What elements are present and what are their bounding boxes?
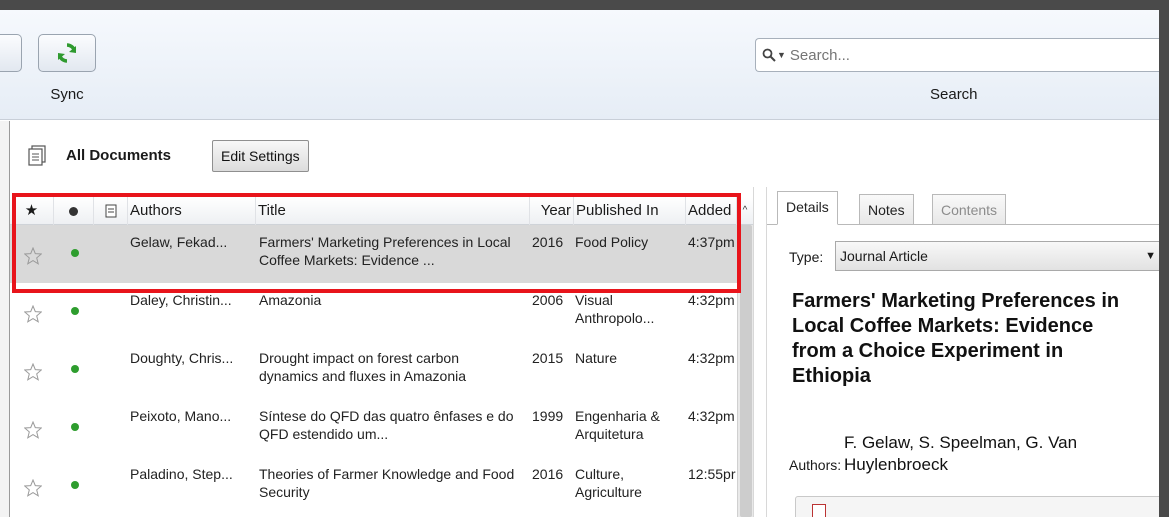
star-outline-icon[interactable] [24,305,42,323]
pane-splitter[interactable] [753,187,767,517]
row-authors: Daley, Christin... [130,292,232,308]
row-published-in: Culture, Agriculture [575,466,642,500]
row-added: 4:32pm [688,350,735,366]
row-title: Farmers' Marketing Preferences in Local … [259,234,511,268]
table-row[interactable]: Doughty, Chris... Drought impact on fore… [10,341,737,399]
star-outline-icon[interactable] [24,247,42,265]
read-status-column-header[interactable] [54,197,94,225]
row-published-in: Nature [575,350,618,366]
star-outline-icon[interactable] [24,363,42,381]
document-title[interactable]: Farmers' Marketing Preferences in Local … [792,289,1142,389]
scroll-up-icon[interactable]: ^ [737,197,753,225]
details-tabs: Details Notes Contents [767,187,1159,225]
documents-icon [28,145,46,166]
row-year: 2016 [532,466,564,482]
type-label: Type: [789,249,824,265]
document-type-value: Journal Article [840,248,928,264]
row-year: 2016 [532,234,564,250]
chevron-down-icon: ▼ [1145,250,1156,262]
document-header-icon [105,204,116,218]
search-label: Search [930,86,978,103]
row-authors: Gelaw, Fekad... [130,234,228,250]
year-column-header[interactable]: Year [530,197,574,225]
row-authors: Peixoto, Mano... [130,408,232,424]
table-scrollbar[interactable] [737,225,753,517]
sync-icon [57,43,77,63]
table-row[interactable]: Daley, Christin... Amazonia 2006 Visual … [10,283,737,341]
row-published-in: Food Policy [575,234,649,250]
details-panel: Details Notes Contents Type: Journal Art… [767,187,1159,517]
row-published-in: Engenharia & Arquitetura [575,408,660,442]
star-outline-icon[interactable] [24,421,42,439]
added-column-header[interactable]: Added [686,197,737,225]
published-in-column-header[interactable]: Published In [574,197,686,225]
row-added: 12:55pr [688,466,736,482]
star-outline-icon[interactable] [24,479,42,497]
sync-label: Sync [50,86,84,103]
search-icon[interactable]: ▼ [762,48,786,62]
tab-notes[interactable]: Notes [859,194,914,225]
title-column-header[interactable]: Title [256,197,530,225]
row-title: Amazonia [259,292,322,308]
tab-contents[interactable]: Contents [932,194,1007,225]
row-year: 2006 [532,292,564,308]
unread-dot-icon [71,365,79,373]
library-header [10,121,1159,187]
row-authors: Paladino, Step... [130,466,233,482]
sync-button[interactable] [38,34,96,72]
row-authors: Doughty, Chris... [130,350,234,366]
favorite-column-header[interactable]: ★ [10,197,54,225]
row-year: 2015 [532,350,564,366]
row-title: Drought impact on forest carbon dynamics… [259,350,466,384]
pdf-icon [812,504,826,517]
toolbar-button-partial[interactable] [0,34,22,72]
documents-table: ★ Authors Title Year Published In Added … [10,187,753,517]
document-type-select[interactable]: Journal Article ▼ [835,241,1159,271]
row-title: Síntese do QFD das quatro ênfases e do Q… [259,408,514,442]
table-row[interactable]: Paladino, Step... Theories of Farmer Kno… [10,457,737,515]
search-box[interactable]: ▼ [755,38,1159,72]
table-row[interactable]: Peixoto, Mano... Síntese do QFD das quat… [10,399,737,457]
left-panel-edge [0,121,10,517]
unread-dot-icon [71,307,79,315]
toolbar: Sync ▼ Search [0,10,1159,120]
page-title: All Documents [66,147,172,164]
unread-dot-icon [71,481,79,489]
star-header-icon: ★ [24,202,39,219]
scrollbar-thumb[interactable] [740,225,752,517]
attachment-item[interactable] [795,496,1159,517]
tab-details[interactable]: Details [777,191,838,225]
table-row[interactable]: Gelaw, Fekad... Farmers' Marketing Prefe… [10,225,737,283]
window-frame-top [0,0,1169,10]
search-options-caret-icon[interactable]: ▼ [777,50,786,60]
row-added: 4:37pm [688,234,735,250]
row-published-in: Visual Anthropolo... [575,292,655,326]
authors-label: Authors: [789,457,842,473]
authors-column-header[interactable]: Authors [128,197,256,225]
unread-dot-icon [71,423,79,431]
row-title: Theories of Farmer Knowledge and Food Se… [259,466,515,500]
row-year: 1999 [532,408,564,424]
authors-value[interactable]: F. Gelaw, S. Speelman, G. Van Huylenbroe… [844,432,1144,476]
table-header: ★ Authors Title Year Published In Added … [10,197,753,225]
dot-header-icon [69,206,78,216]
window-frame-right [1159,0,1169,517]
row-added: 4:32pm [688,292,735,308]
file-column-header[interactable] [94,197,128,225]
unread-dot-icon [71,249,79,257]
edit-settings-button[interactable]: Edit Settings [212,140,309,172]
row-added: 4:32pm [688,408,735,424]
search-input[interactable] [789,46,1120,64]
